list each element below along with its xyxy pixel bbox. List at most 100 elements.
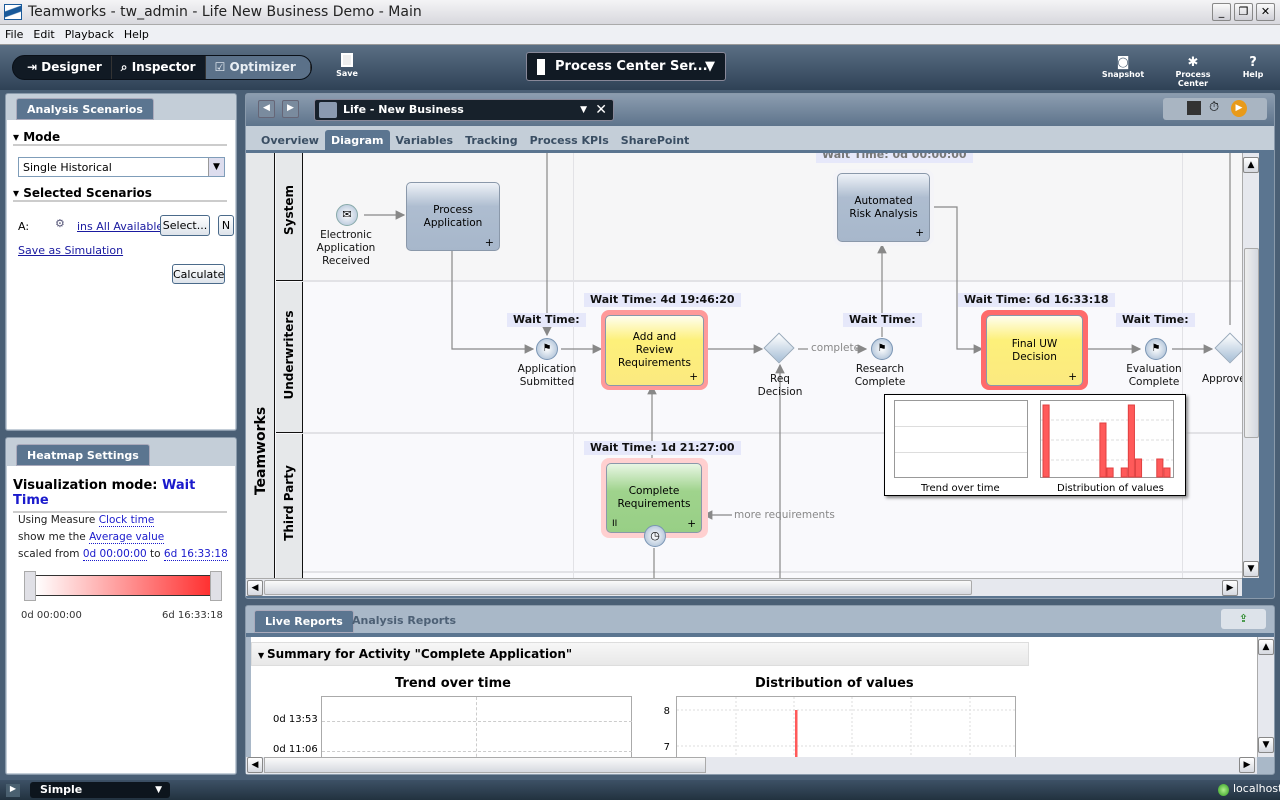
help-button[interactable]: ? Help (1238, 55, 1268, 79)
scroll-up-button[interactable]: ▲ (1243, 157, 1259, 173)
task-final-uw-decision[interactable]: Final UW Decision + (986, 315, 1083, 386)
tab-tracking[interactable]: Tracking (459, 130, 523, 152)
mode-section-header[interactable]: ▾ Mode (13, 130, 227, 146)
save-button[interactable]: Save (332, 53, 362, 78)
expand-icon: + (484, 236, 494, 249)
close-icon[interactable]: ✕ (595, 100, 607, 120)
timer-icon[interactable]: ◷ (644, 525, 666, 547)
process-center-server-dropdown[interactable]: Process Center Ser... ▼ (526, 52, 726, 81)
tab-process-kpis[interactable]: Process KPIs (524, 130, 615, 152)
expand-icon[interactable]: ▶ (6, 784, 20, 797)
chevron-down-icon[interactable]: ▼ (580, 100, 587, 120)
forward-button[interactable]: ▶ (282, 100, 299, 118)
server-status: localhost (1233, 782, 1280, 795)
tab-analysis-reports[interactable]: Analysis Reports (346, 610, 462, 632)
wait-time-label: Wait Time: 6d 16:33:18 (958, 293, 1115, 307)
diagram-vertical-scrollbar[interactable]: ▲ ▼ (1242, 153, 1259, 578)
scroll-down-button[interactable]: ▼ (1258, 737, 1274, 753)
play-icon[interactable]: ▶ (1231, 100, 1247, 117)
measure-link[interactable]: Clock time (98, 514, 155, 527)
close-button[interactable]: ✕ (1256, 3, 1275, 21)
scale-max-label: 6d 16:33:18 (162, 610, 223, 621)
scale-from-link[interactable]: 0d 00:00:00 (82, 548, 147, 561)
task-automated-risk-analysis[interactable]: Automated Risk Analysis + (837, 173, 930, 242)
node-electronic-application-received[interactable]: Electronic Application Received (306, 229, 386, 268)
scroll-thumb[interactable] (1244, 248, 1259, 438)
node-evaluation-complete[interactable]: Evaluation Complete (1114, 363, 1194, 389)
summary-header[interactable]: ▼ Summary for Activity "Complete Applica… (251, 642, 1029, 666)
perspective-dropdown[interactable]: Simple ▼ (30, 782, 170, 798)
diagram-horizontal-scrollbar[interactable]: ◀ ▶ (246, 578, 1242, 596)
distribution-mini-chart (1040, 400, 1174, 478)
tab-overview[interactable]: Overview (255, 130, 325, 152)
scroll-right-button[interactable]: ▶ (1222, 580, 1238, 596)
app-logo-icon (4, 4, 22, 20)
scroll-thumb[interactable] (264, 580, 972, 595)
snapshot-button[interactable]: ◙ Snapshot (1100, 55, 1146, 79)
calculate-button[interactable]: Calculate (172, 264, 225, 284)
scroll-right-button[interactable]: ▶ (1239, 757, 1255, 773)
tab-diagram[interactable]: Diagram (324, 130, 390, 152)
edge-label-complete: complete (811, 342, 861, 354)
node-approve[interactable]: Approve (1202, 373, 1242, 386)
tab-sharepoint[interactable]: SharePoint (615, 130, 696, 152)
process-selector[interactable]: Life - New Business ▼ ✕ (314, 99, 614, 121)
menu-help[interactable]: Help (119, 25, 154, 41)
timer-icon[interactable]: ⏱ (1209, 100, 1219, 115)
node-research-complete[interactable]: Research Complete (840, 363, 920, 389)
menu-edit[interactable]: Edit (28, 25, 59, 41)
scale-max-handle[interactable] (210, 571, 222, 601)
maximize-button[interactable]: ❐ (1234, 3, 1253, 21)
aggregate-link[interactable]: Average value (89, 531, 165, 544)
collapse-icon: ▼ (258, 651, 267, 660)
trend-mini-chart (894, 400, 1028, 478)
new-button[interactable]: N (218, 215, 234, 236)
task-process-application[interactable]: Process Application + (406, 182, 500, 251)
task-complete-requirements[interactable]: Complete Requirements II + (606, 463, 702, 533)
scroll-thumb[interactable] (264, 757, 706, 773)
tab-live-reports[interactable]: Live Reports (254, 610, 354, 633)
gateway-approve[interactable] (1214, 332, 1242, 364)
task-add-and-review-requirements[interactable]: Add and Review Requirements + (605, 315, 704, 386)
wait-time-label: Wait Time: (843, 313, 922, 327)
menu-playback[interactable]: Playback (60, 25, 119, 41)
inspector-button[interactable]: ⌕ Inspector (112, 56, 206, 79)
node-application-submitted[interactable]: Application Submitted (507, 363, 587, 389)
flag-icon[interactable]: ⚑ (1145, 338, 1167, 360)
process-center-button[interactable]: ✱ Process Center (1160, 55, 1226, 88)
select-button[interactable]: Select... (160, 215, 210, 236)
menu-bar: File Edit Playback Help (0, 25, 1280, 45)
scale-to-link[interactable]: 6d 16:33:18 (163, 548, 228, 561)
node-req-decision[interactable]: Req Decision (740, 373, 820, 399)
reports-vertical-scrollbar[interactable]: ▲ ▼ (1257, 637, 1274, 757)
distribution-bar (1120, 467, 1128, 478)
chevron-down-icon: ▼ (705, 59, 715, 74)
optimizer-button[interactable]: ☑ Optimizer (205, 56, 311, 79)
scenario-link[interactable]: ins All Available (77, 220, 163, 233)
tab-analysis-scenarios[interactable]: Analysis Scenarios (16, 98, 154, 120)
scroll-left-button[interactable]: ◀ (247, 580, 263, 596)
menu-file[interactable]: File (0, 25, 28, 41)
scale-min-handle[interactable] (24, 571, 36, 601)
back-button[interactable]: ◀ (258, 100, 275, 118)
tab-variables[interactable]: Variables (390, 130, 460, 152)
envelope-icon[interactable]: ✉ (336, 204, 358, 226)
tab-heatmap-settings[interactable]: Heatmap Settings (16, 444, 150, 466)
trend-tick: 0d 11:06 (273, 744, 318, 755)
scroll-up-button[interactable]: ▲ (1258, 639, 1274, 655)
scroll-down-button[interactable]: ▼ (1243, 561, 1259, 577)
designer-button[interactable]: ⇥ Designer (13, 56, 112, 79)
scroll-left-button[interactable]: ◀ (247, 757, 263, 773)
export-icon[interactable]: ⇪ (1221, 609, 1266, 629)
gateway-req-decision[interactable] (763, 332, 795, 364)
flag-icon[interactable]: ⚑ (871, 338, 893, 360)
selected-scenarios-header[interactable]: ▾ Selected Scenarios (13, 186, 227, 202)
flag-icon[interactable]: ⚑ (536, 338, 558, 360)
save-as-simulation-link[interactable]: Save as Simulation (18, 244, 123, 257)
chart-icon[interactable] (1187, 101, 1201, 115)
reports-horizontal-scrollbar[interactable]: ◀ ▶ (246, 757, 1257, 774)
trend-tick: 0d 13:53 (273, 714, 318, 725)
mode-select[interactable]: Single Historical ▼ (18, 157, 225, 177)
minimize-button[interactable]: _ (1212, 3, 1231, 21)
trend-label: Trend over time (921, 483, 1000, 494)
